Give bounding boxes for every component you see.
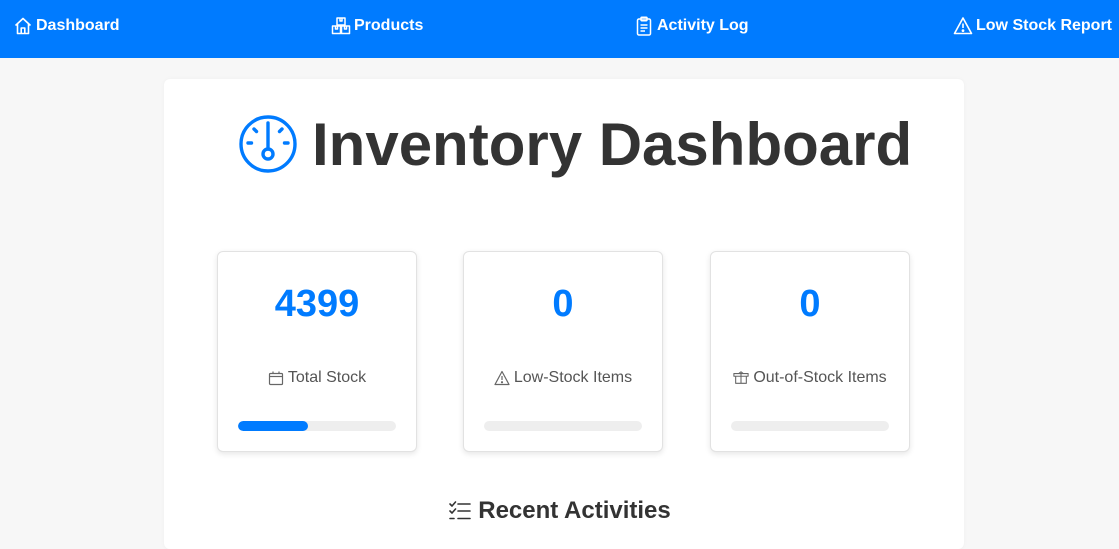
stat-value: 0 [552,283,574,325]
stat-label: Out-of-Stock Items [711,368,909,388]
page-header: Inventory Dashboard [0,112,1119,178]
stat-card-out-of-stock: 0 Out-of-Stock Items [710,251,910,452]
warning-triangle-icon [953,17,973,35]
stock-progress-bar [238,421,396,431]
house-icon [14,17,32,35]
stat-card-total-stock: 4399 Total Stock [217,251,417,452]
nav-products-label: Products [354,17,424,34]
nav-activity-log[interactable]: Activity Log [634,14,749,38]
low-stock-progress-bar [484,421,642,431]
progress-fill [238,421,308,431]
boxes-icon [331,17,351,35]
stat-value: 0 [799,283,821,325]
stat-label-text: Low-Stock Items [513,369,633,386]
recent-activities-title: Recent Activities [478,497,671,524]
nav-low-stock-report[interactable]: Low Stock Report [953,14,1112,38]
open-box-icon [733,371,749,384]
stat-card-low-stock: 0 Low-Stock Items [463,251,663,452]
nav-dashboard[interactable]: Dashboard [13,14,120,38]
nav-low-stock-report-label: Low Stock Report [976,17,1113,34]
recent-activities-header: Recent Activities [0,496,1119,526]
page-title: Inventory Dashboard [312,111,913,178]
box-icon [268,371,283,386]
stat-label-text: Out-of-Stock Items [753,369,887,386]
nav-dashboard-label: Dashboard [36,17,120,34]
nav-products[interactable]: Products [331,14,423,38]
warning-triangle-icon [494,370,510,386]
nav-activity-log-label: Activity Log [657,17,749,34]
stat-label-text: Total Stock [287,369,367,386]
top-navbar: Dashboard Products Activity Log Low Stoc… [0,0,1119,58]
list-check-icon [449,501,472,520]
stat-label: Low-Stock Items [464,368,662,388]
stat-label: Total Stock [218,368,416,388]
out-of-stock-progress-bar [731,421,889,431]
clipboard-icon [636,16,652,36]
stat-value: 4399 [274,283,360,325]
speedometer-icon [239,115,297,173]
